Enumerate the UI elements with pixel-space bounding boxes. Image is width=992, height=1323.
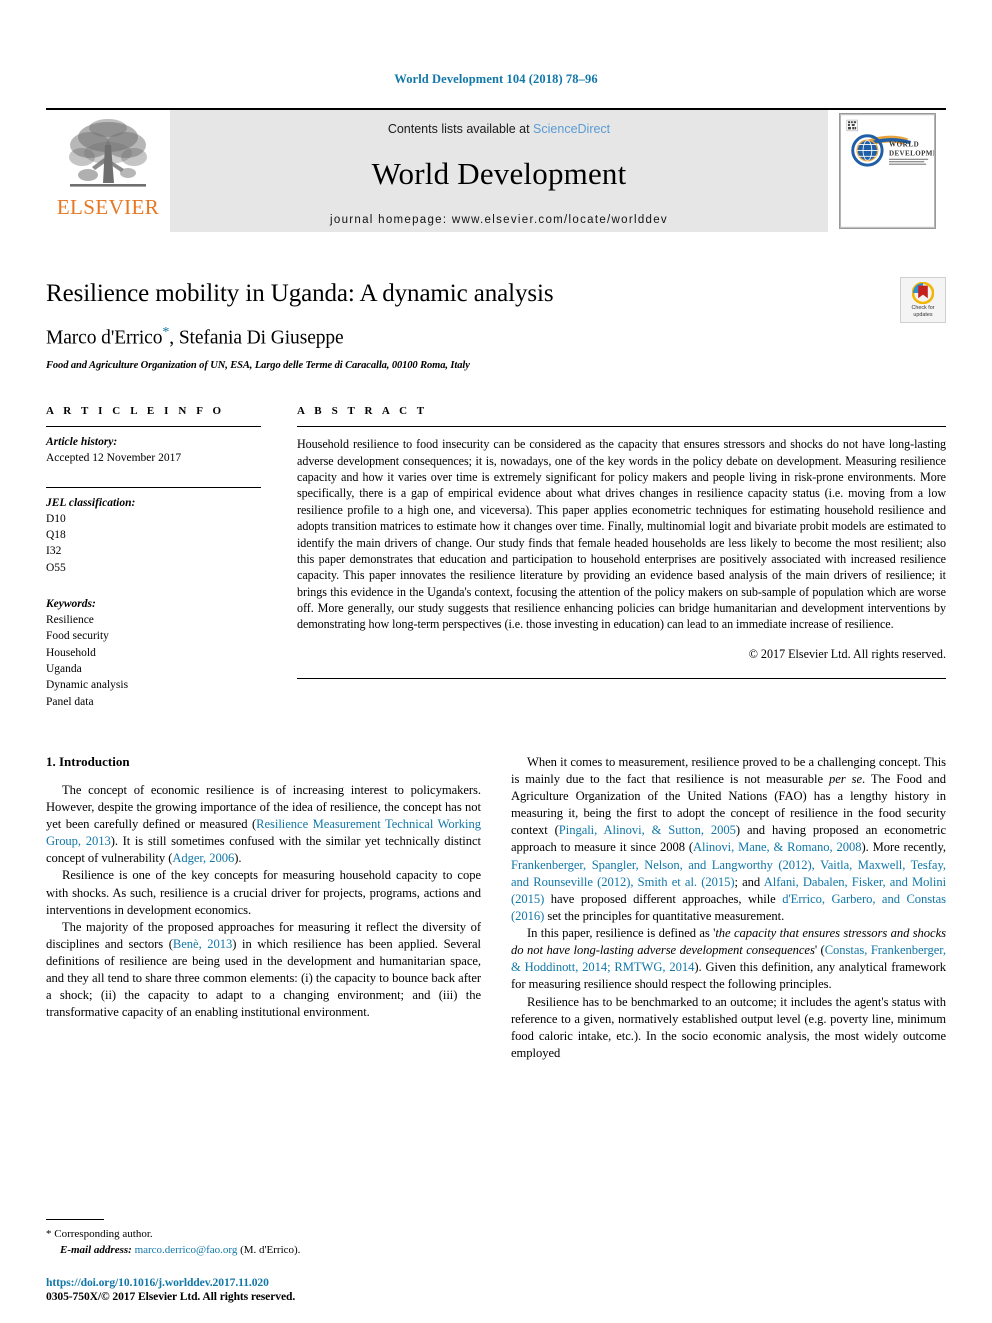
text-run: set the principles for quantitative meas…: [544, 908, 785, 923]
author-list: Marco d'Errico*, Stefania Di Giuseppe: [46, 325, 946, 350]
text-run: In this paper, resilience is defined as …: [527, 926, 716, 941]
affiliation: Food and Agriculture Organization of UN,…: [46, 360, 470, 372]
cover-artwork-icon: WORLD DEVELOPMENT: [839, 114, 948, 228]
jel-group: JEL classification: D10 Q18 I32 O55: [46, 497, 261, 576]
abstract-heading: A B S T R A C T: [297, 405, 428, 418]
corresponding-author-text: Corresponding author.: [54, 1228, 153, 1241]
crossmark-line1: Check for: [911, 304, 935, 311]
abstract-text: Household resilience to food insecurity …: [297, 437, 946, 632]
issn-copyright-line: 0305-750X/© 2017 Elsevier Ltd. All right…: [46, 1290, 296, 1303]
jel-code: D10: [46, 512, 66, 525]
body-paragraph: When it comes to measurement, resilience…: [511, 754, 946, 925]
jel-code: I32: [46, 545, 62, 558]
journal-homepage-link[interactable]: journal homepage: www.elsevier.com/locat…: [330, 214, 668, 226]
abstract-copyright: © 2017 Elsevier Ltd. All rights reserved…: [748, 646, 946, 661]
crossmark-badge[interactable]: Check for updates: [900, 277, 946, 323]
article-history-value: Accepted 12 November 2017: [46, 452, 182, 465]
journal-masthead: ELSEVIER Contents lists available at Sci…: [46, 108, 948, 232]
citation-link[interactable]: Pingali, Alinovi, & Sutton, 2005: [559, 823, 736, 837]
text-run: ' (: [814, 943, 825, 958]
text-run: ).: [234, 851, 242, 866]
keyword-item: Uganda: [46, 662, 82, 675]
text-run: ). It is still sometimes confused with t…: [46, 834, 481, 866]
email-note: E-mail address: marco.derrico@fao.org (M…: [46, 1243, 478, 1259]
svg-text:WORLD: WORLD: [888, 141, 918, 149]
email-label: E-mail address:: [60, 1244, 132, 1257]
masthead-center: Contents lists available at ScienceDirec…: [170, 110, 828, 232]
elsevier-wordmark: ELSEVIER: [56, 195, 160, 219]
crossmark-line2: updates: [913, 311, 933, 318]
text-run: ; and: [734, 874, 764, 889]
text-run: have proposed different approaches, whil…: [544, 891, 783, 906]
body-paragraph: Resilience has to be benchmarked to an o…: [511, 994, 946, 1063]
footnote-star-marker: *: [46, 1228, 52, 1241]
emphasis-text: per se: [828, 771, 862, 786]
author-secondary: , Stefania Di Giuseppe: [169, 327, 344, 349]
citation-link[interactable]: Alinovi, Mane, & Romano, 2008: [693, 840, 862, 854]
paragraph-container-right: When it comes to measurement, resilience…: [511, 754, 946, 1062]
jel-label: JEL classification:: [46, 496, 136, 509]
article-history-group: Article history: Accepted 12 November 20…: [46, 436, 261, 466]
article-history-label: Article history:: [46, 436, 118, 449]
keyword-item: Food security: [46, 630, 109, 643]
keyword-item: Dynamic analysis: [46, 679, 129, 692]
body-columns: 1. Introduction The concept of economic …: [46, 754, 946, 1062]
citation-link[interactable]: Benè, 2013: [173, 937, 232, 951]
paragraph-container-left: The concept of economic resilience is of…: [46, 782, 481, 1022]
footnote-block: * Corresponding author. E-mail address: …: [46, 1219, 478, 1259]
body-column-right: When it comes to measurement, resilience…: [511, 754, 946, 1062]
journal-cover-thumbnail-wrap: WORLD DEVELOPMENT: [828, 110, 948, 232]
body-paragraph: The majority of the proposed approaches …: [46, 919, 481, 1022]
article-info-column: A R T I C L E I N F O Article history: A…: [46, 405, 261, 710]
page-title: Resilience mobility in Uganda: A dynamic…: [46, 280, 554, 307]
article-info-heading: A R T I C L E I N F O: [46, 405, 225, 418]
section-heading-introduction: 1. Introduction: [46, 753, 130, 769]
keyword-item: Resilience: [46, 613, 94, 626]
abstract-bottom-rule: [297, 677, 946, 679]
citation-link[interactable]: Adger, 2006: [172, 851, 234, 865]
doi-link[interactable]: https://doi.org/10.1016/j.worlddev.2017.…: [46, 1276, 478, 1289]
abstract-rule: [297, 426, 946, 428]
body-paragraph: In this paper, resilience is defined as …: [511, 925, 946, 994]
keywords-group: Keywords: Resilience Food security House…: [46, 598, 261, 710]
body-paragraph: Resilience is one of the key concepts fo…: [46, 867, 481, 918]
keyword-item: Household: [46, 646, 96, 659]
keywords-label: Keywords:: [46, 597, 96, 610]
publisher-logo: ELSEVIER: [46, 110, 170, 232]
author-primary: Marco d'Errico: [46, 327, 163, 349]
elsevier-tree-icon: [69, 119, 147, 187]
keyword-item: Panel data: [46, 695, 94, 708]
crossmark-label: Check for updates: [911, 305, 934, 319]
footnote-divider: [46, 1219, 104, 1221]
text-run: Resilience is one of the key concepts fo…: [46, 868, 481, 917]
corresponding-author-note: * Corresponding author.: [46, 1227, 478, 1243]
text-run: ). More recently,: [861, 840, 946, 855]
info-abstract-section: A R T I C L E I N F O Article history: A…: [46, 405, 946, 710]
svg-text:DEVELOPMENT: DEVELOPMENT: [888, 149, 934, 157]
email-owner: (M. d'Errico).: [240, 1244, 301, 1257]
email-link[interactable]: marco.derrico@fao.org: [135, 1244, 238, 1256]
running-head: World Development 104 (2018) 78–96: [394, 72, 598, 86]
contents-prefix: Contents lists available at: [387, 122, 534, 136]
paper-page: World Development 104 (2018) 78–96 ELSEV…: [0, 0, 992, 1323]
journal-title: World Development: [371, 156, 627, 191]
sciencedirect-link[interactable]: ScienceDirect: [533, 122, 610, 136]
jel-divider: [46, 486, 261, 488]
body-paragraph: The concept of economic resilience is of…: [46, 782, 481, 868]
body-column-left: 1. Introduction The concept of economic …: [46, 754, 481, 1062]
crossmark-logo-icon: [912, 281, 934, 304]
jel-code: Q18: [46, 528, 66, 541]
footer-doi-block: https://doi.org/10.1016/j.worlddev.2017.…: [46, 1276, 478, 1303]
article-info-rule: [46, 426, 261, 428]
abstract-column: A B S T R A C T Household resilience to …: [297, 405, 946, 710]
contents-available-line: Contents lists available at ScienceDirec…: [388, 122, 610, 136]
qr-code-icon: [846, 119, 858, 132]
text-run: Resilience has to be benchmarked to an o…: [511, 994, 946, 1060]
journal-cover-thumbnail: WORLD DEVELOPMENT: [838, 113, 948, 229]
jel-code: O55: [46, 561, 66, 574]
title-block: Resilience mobility in Uganda: A dynamic…: [46, 277, 946, 372]
